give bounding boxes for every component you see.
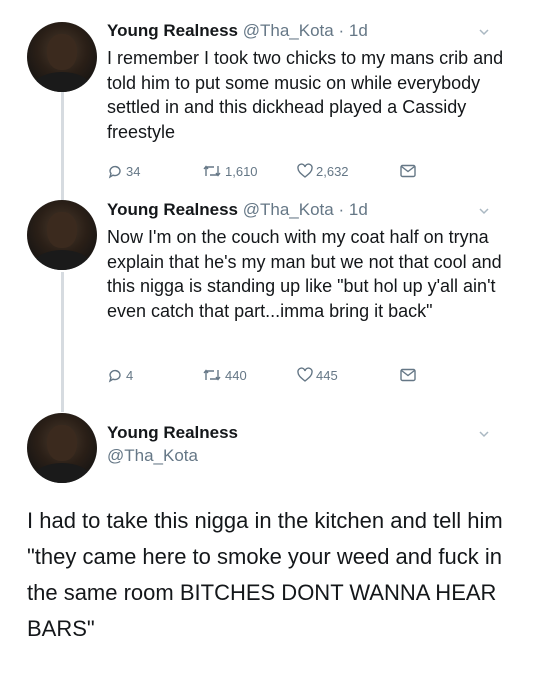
like-count: 445: [316, 367, 338, 383]
thread-connector: [61, 272, 64, 412]
retweet-icon: [203, 369, 221, 381]
avatar[interactable]: [27, 413, 97, 483]
retweet-button[interactable]: 440: [202, 367, 247, 383]
retweet-button[interactable]: 1,610: [202, 163, 258, 179]
dm-button[interactable]: [399, 367, 417, 383]
tweet-header: Young Realness @Tha_Kota · 1d: [107, 20, 368, 42]
retweet-count: 440: [225, 367, 247, 383]
display-name[interactable]: Young Realness: [107, 423, 238, 442]
tweet-actions: 4 440 445: [107, 367, 447, 387]
separator: ·: [338, 21, 345, 40]
envelope-icon: [400, 164, 416, 178]
retweet-icon: [203, 165, 221, 177]
timestamp[interactable]: 1d: [349, 200, 368, 219]
tweet-text: I remember I took two chicks to my mans …: [107, 48, 504, 142]
reply-count: 4: [126, 367, 134, 383]
reply-icon: [108, 165, 121, 179]
like-button[interactable]: 2,632: [297, 163, 349, 179]
retweet-count: 1,610: [225, 163, 258, 179]
handle[interactable]: @Tha_Kota: [243, 200, 334, 219]
handle[interactable]: @Tha_Kota: [107, 446, 198, 466]
timestamp[interactable]: 1d: [349, 21, 368, 40]
reply-count: 34: [126, 163, 141, 179]
dm-button[interactable]: [399, 163, 417, 179]
chevron-down-icon[interactable]: [478, 428, 490, 440]
thread-connector: [61, 92, 64, 200]
tweet-text: Now I'm on the couch with my coat half o…: [107, 227, 502, 321]
tweet-header: Young Realness @Tha_Kota · 1d: [107, 199, 368, 221]
separator: ·: [338, 200, 345, 219]
reply-button[interactable]: 4: [107, 367, 133, 383]
avatar[interactable]: [27, 200, 97, 270]
tweet-actions: 34 1,610 2,632: [107, 163, 447, 183]
heart-icon: [297, 163, 313, 178]
handle[interactable]: @Tha_Kota: [243, 21, 334, 40]
envelope-icon: [400, 368, 416, 382]
like-count: 2,632: [316, 163, 349, 179]
reply-icon: [108, 369, 121, 383]
avatar[interactable]: [27, 22, 97, 92]
display-name[interactable]: Young Realness: [107, 200, 238, 219]
chevron-down-icon[interactable]: [478, 205, 490, 217]
like-button[interactable]: 445: [297, 367, 338, 383]
focused-tweet-text: I had to take this nigga in the kitchen …: [27, 508, 503, 641]
chevron-down-icon[interactable]: [478, 26, 490, 38]
reply-button[interactable]: 34: [107, 163, 140, 179]
heart-icon: [297, 367, 313, 382]
tweet-header: Young Realness: [107, 422, 238, 444]
display-name[interactable]: Young Realness: [107, 21, 238, 40]
